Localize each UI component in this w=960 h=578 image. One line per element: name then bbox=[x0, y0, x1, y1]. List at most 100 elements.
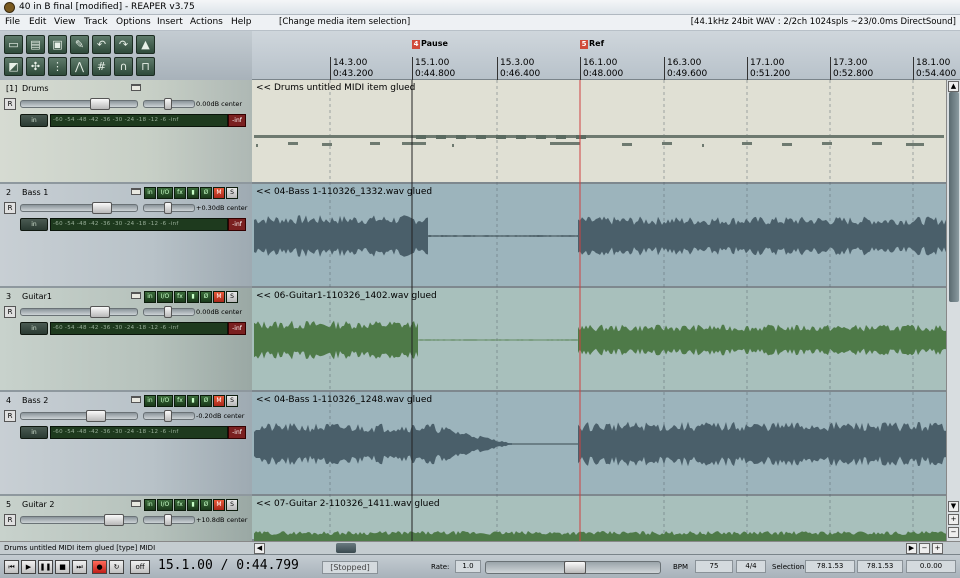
phase-button[interactable]: Ø bbox=[200, 395, 212, 407]
mute-button[interactable]: M bbox=[213, 499, 225, 511]
track-name[interactable]: Guitar1 bbox=[22, 292, 52, 301]
phase-button[interactable]: Ø bbox=[200, 499, 212, 511]
record-arm-button[interactable]: R bbox=[4, 202, 16, 214]
snap-icon[interactable]: ⋮ bbox=[48, 57, 67, 76]
volume-knob[interactable] bbox=[104, 514, 124, 526]
volume-slider[interactable] bbox=[20, 98, 138, 110]
volume-slider[interactable] bbox=[20, 202, 138, 214]
selection-end[interactable]: 78.1.53 bbox=[857, 560, 903, 573]
menu-actions[interactable]: Actions bbox=[190, 17, 223, 27]
new-project-icon[interactable]: ▭ bbox=[4, 35, 23, 54]
input-monitor-button[interactable]: in bbox=[20, 114, 48, 127]
media-item-label[interactable]: << Drums untitled MIDI item glued bbox=[256, 83, 415, 93]
clip-indicator[interactable]: -inf bbox=[228, 426, 246, 439]
selection-start[interactable]: 78.1.53 bbox=[805, 560, 855, 573]
record-arm-button[interactable]: R bbox=[4, 306, 16, 318]
phase-button[interactable]: Ø bbox=[200, 291, 212, 303]
track-2-control[interactable]: 2 Bass 1 in I/O fx ▮ Ø M S R +0.30dB cen… bbox=[0, 184, 252, 288]
track-name[interactable]: Guitar 2 bbox=[22, 500, 54, 509]
stop-icon[interactable]: ■ bbox=[55, 560, 70, 574]
marker-ref[interactable]: 5 Ref bbox=[580, 39, 604, 49]
pan-knob[interactable] bbox=[164, 514, 172, 526]
io-button[interactable]: I/O bbox=[157, 499, 173, 511]
menu-help[interactable]: Help bbox=[231, 17, 252, 27]
input-monitor-button[interactable]: in bbox=[20, 218, 48, 231]
media-item-label[interactable]: << 04-Bass 1-110326_1248.wav glued bbox=[256, 395, 432, 405]
arrange-view[interactable]: << Drums untitled MIDI item glued << 04-… bbox=[252, 80, 946, 541]
volume-knob[interactable] bbox=[90, 306, 110, 318]
menu-edit[interactable]: Edit bbox=[29, 17, 46, 27]
selection-length[interactable]: 0.0.00 bbox=[906, 560, 956, 573]
input-button[interactable]: in bbox=[144, 187, 156, 199]
folder-icon[interactable] bbox=[131, 396, 141, 403]
folder-icon[interactable] bbox=[131, 188, 141, 195]
pan-knob[interactable] bbox=[164, 98, 172, 110]
scroll-down-icon[interactable]: ▼ bbox=[948, 501, 959, 512]
fx-button[interactable]: fx bbox=[174, 499, 186, 511]
volume-knob[interactable] bbox=[86, 410, 106, 422]
save-project-icon[interactable]: ▣ bbox=[48, 35, 67, 54]
track-4-control[interactable]: 4 Bass 2 in I/O fx ▮ Ø M S R -0.20dB cen… bbox=[0, 392, 252, 496]
menu-file[interactable]: File bbox=[5, 17, 20, 27]
item-lock-icon[interactable]: ⊓ bbox=[136, 57, 155, 76]
position-display[interactable]: 15.1.00 / 0:44.799 bbox=[158, 558, 299, 573]
vertical-scrollbar[interactable]: ▲ ▼ + − bbox=[946, 80, 960, 541]
fx-button[interactable]: fx bbox=[174, 187, 186, 199]
pan-knob[interactable] bbox=[164, 202, 172, 214]
folder-icon[interactable] bbox=[131, 500, 141, 507]
track-5-control[interactable]: 5 Guitar 2 in I/O fx ▮ Ø M S R +10.8dB c… bbox=[0, 496, 252, 541]
menu-track[interactable]: Track bbox=[84, 17, 108, 27]
track-3-control[interactable]: 3 Guitar1 in I/O fx ▮ Ø M S R 0.00dB cen… bbox=[0, 288, 252, 392]
open-project-icon[interactable]: ▤ bbox=[26, 35, 45, 54]
rate-knob[interactable] bbox=[564, 561, 586, 574]
folder-icon[interactable] bbox=[131, 84, 141, 91]
scroll-up-icon[interactable]: ▲ bbox=[948, 81, 959, 92]
solo-button[interactable]: S bbox=[226, 291, 238, 303]
io-button[interactable]: I/O bbox=[157, 291, 173, 303]
scroll-right-icon[interactable]: ▶ bbox=[906, 543, 917, 554]
zoom-in-horizontal-icon[interactable]: + bbox=[932, 543, 943, 554]
envelope-lock-icon[interactable]: ∩ bbox=[114, 57, 133, 76]
input-monitor-button[interactable]: in bbox=[20, 426, 48, 439]
pan-knob[interactable] bbox=[164, 306, 172, 318]
pan-knob[interactable] bbox=[164, 410, 172, 422]
volume-slider[interactable] bbox=[20, 410, 138, 422]
volume-slider[interactable] bbox=[20, 514, 138, 526]
folder-icon[interactable] bbox=[131, 292, 141, 299]
track-name[interactable]: Bass 2 bbox=[22, 396, 48, 405]
scroll-left-icon[interactable]: ◀ bbox=[254, 543, 265, 554]
undo-icon[interactable]: ↶ bbox=[92, 35, 111, 54]
pan-slider[interactable] bbox=[143, 98, 195, 110]
volume-knob[interactable] bbox=[92, 202, 112, 214]
ripple-edit-icon[interactable]: ✣ bbox=[26, 57, 45, 76]
fx-button[interactable]: fx bbox=[174, 395, 186, 407]
mute-button[interactable]: M bbox=[213, 291, 225, 303]
grid-toggle-icon[interactable]: ◩ bbox=[4, 57, 23, 76]
media-item-label[interactable]: << 04-Bass 1-110326_1332.wav glued bbox=[256, 187, 432, 197]
zoom-out-vertical-icon[interactable]: − bbox=[948, 527, 959, 538]
media-item-label[interactable]: << 07-Guitar 2-110326_1411.wav glued bbox=[256, 499, 440, 509]
track-name[interactable]: Bass 1 bbox=[22, 188, 48, 197]
input-monitor-button[interactable]: in bbox=[20, 322, 48, 335]
volume-slider[interactable] bbox=[20, 306, 138, 318]
zoom-out-horizontal-icon[interactable]: − bbox=[919, 543, 930, 554]
horizontal-scroll-thumb[interactable] bbox=[336, 543, 356, 553]
record-icon[interactable]: ● bbox=[92, 560, 107, 574]
volume-knob[interactable] bbox=[90, 98, 110, 110]
phase-button[interactable]: Ø bbox=[200, 187, 212, 199]
rate-slider[interactable] bbox=[485, 561, 661, 574]
pause-icon[interactable]: ❚❚ bbox=[38, 560, 53, 574]
track-name[interactable]: Drums bbox=[22, 84, 48, 93]
go-to-end-icon[interactable]: ⏭ bbox=[72, 560, 87, 574]
io-button[interactable]: I/O bbox=[157, 187, 173, 199]
rate-value[interactable]: 1.0 bbox=[455, 560, 481, 573]
track-1-control[interactable]: [1] Drums R 0.00dB center in -60 -54 -48… bbox=[0, 80, 252, 184]
fx-bypass-button[interactable]: ▮ bbox=[187, 499, 199, 511]
repeat-icon[interactable]: ↻ bbox=[109, 560, 124, 574]
fx-button[interactable]: fx bbox=[174, 291, 186, 303]
clip-indicator[interactable]: -inf bbox=[228, 218, 246, 231]
fx-bypass-button[interactable]: ▮ bbox=[187, 395, 199, 407]
solo-button[interactable]: S bbox=[226, 187, 238, 199]
reaper-app-icon[interactable] bbox=[4, 2, 15, 13]
clip-indicator[interactable]: -inf bbox=[228, 114, 246, 127]
